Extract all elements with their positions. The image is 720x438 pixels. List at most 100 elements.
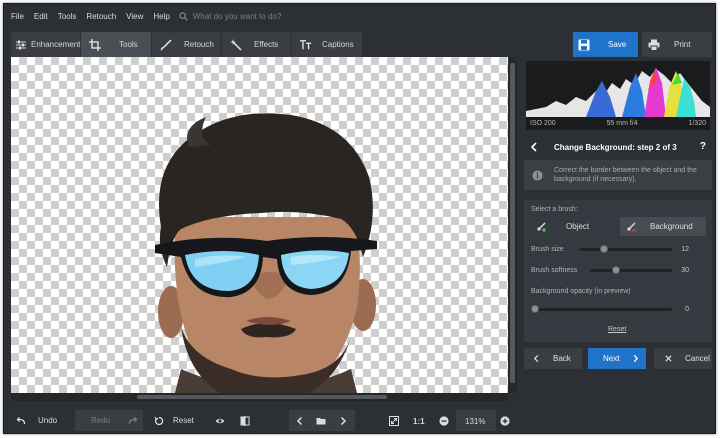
select-brush-label: Select a brush: [531,206,578,213]
chevron-left-icon [296,416,303,425]
compare-icon [240,415,250,426]
scroll-thumb[interactable] [137,395,387,399]
search-box[interactable]: What do you want to do? [179,11,282,21]
slider-track [531,308,672,311]
back-button[interactable]: Back [524,348,582,369]
tab-bar: Enhancement Tools Retouch Effects Captio… [11,32,362,57]
zoom-out-button[interactable] [439,410,449,431]
text-icon [298,37,314,53]
scroll-thumb[interactable] [510,63,515,383]
info-text: Correct the border between the object an… [554,167,697,183]
shutter-value: 1/320 [688,120,706,127]
save-button[interactable]: Save [573,32,638,57]
background-opacity-label: Background opacity (in preview) [531,288,631,295]
object-brush-icon [537,222,546,232]
portrait-photo [155,113,377,393]
next-image-button[interactable] [338,410,348,431]
crop-icon [87,37,103,53]
background-brush-button[interactable]: Background [620,217,706,236]
open-folder-button[interactable] [316,410,326,431]
magic-wand-icon [228,37,244,53]
background-brush-label: Background [650,222,693,231]
close-icon [665,355,672,362]
brush-icon [158,37,174,53]
redo-label: Redo [91,416,111,425]
tab-retouch[interactable]: Retouch [152,32,222,57]
slider-knob[interactable] [612,266,621,274]
sliders-icon [15,37,27,53]
tab-enhancement[interactable]: Enhancement [11,32,81,57]
horizontal-scrollbar[interactable] [11,393,508,401]
slider-knob[interactable] [531,305,539,313]
folder-icon [316,417,326,424]
chevron-right-icon [340,416,347,425]
compare-button[interactable] [240,410,250,431]
reset-icon [154,416,164,425]
info-icon [532,169,543,181]
zoom-out-icon [439,415,449,426]
menu-help[interactable]: Help [148,12,174,21]
search-input[interactable]: What do you want to do? [193,12,282,21]
background-brush-icon [627,222,636,231]
fit-to-screen-button[interactable] [389,410,399,431]
photo-canvas[interactable] [11,57,508,393]
tab-effects[interactable]: Effects [222,32,292,57]
vertical-scrollbar[interactable] [508,57,517,393]
redo-icon [128,416,138,424]
slider-track [580,248,672,251]
image-navigator [289,410,355,431]
print-label: Print [674,40,691,49]
step-title: Change Background: step 2 of 3 [554,142,677,152]
floppy-icon [578,39,590,50]
tab-label: Effects [254,40,279,49]
undo-icon [16,416,26,424]
print-button[interactable]: Print [642,32,712,57]
redo-button[interactable]: Redo [75,410,143,431]
tab-tools[interactable]: Tools [81,32,152,57]
reset-brush-link[interactable]: Reset [608,326,626,333]
actual-size-button[interactable]: 1:1 [413,417,425,426]
info-box: Correct the border between the object an… [524,160,712,190]
back-label: Back [553,354,571,363]
menu-file[interactable]: File [4,12,29,21]
object-brush-label: Object [566,222,590,231]
save-label: Save [608,40,627,49]
brush-softness-slider[interactable] [590,265,672,275]
bottom-toolbar: Undo Redo Reset 1:1 131% [4,406,715,433]
next-label: Next [603,354,620,363]
background-opacity-value: 0 [685,306,689,313]
zoom-in-button[interactable] [500,410,510,431]
undo-button[interactable]: Undo [16,410,57,431]
brush-size-slider[interactable] [580,244,672,254]
zoom-level-box[interactable]: 131% [456,410,496,431]
cancel-button[interactable]: Cancel [654,348,712,369]
histogram [526,61,710,117]
preview-toggle-button[interactable] [215,410,225,431]
zoom-level: 131% [465,417,486,426]
menu-view[interactable]: View [121,12,148,21]
object-brush-button[interactable]: Object [530,217,612,236]
tab-label: Tools [119,40,138,49]
slider-knob[interactable] [600,245,609,253]
brush-softness-value: 30 [681,267,689,274]
help-button[interactable]: ? [700,141,706,152]
chevron-right-icon [634,354,639,363]
menu-retouch[interactable]: Retouch [81,12,121,21]
iso-value: ISO 200 [530,120,556,127]
tab-captions[interactable]: Captions [292,32,362,57]
menu-edit[interactable]: Edit [29,12,53,21]
tab-label: Retouch [184,40,214,49]
undo-label: Undo [38,416,58,425]
next-button[interactable]: Next [588,348,646,369]
chevron-left-icon [533,354,539,363]
search-icon [179,11,188,21]
reset-button[interactable]: Reset [154,410,194,431]
tab-label: Enhancement [31,40,81,49]
background-opacity-slider[interactable] [531,304,672,314]
tab-label: Captions [322,40,354,49]
prev-image-button[interactable] [295,410,305,431]
exif-info: ISO 200 55 mm f/4 1/320 [526,117,710,130]
menu-tools[interactable]: Tools [53,12,82,21]
back-arrow-icon[interactable] [528,141,540,153]
slider-track [590,269,672,272]
